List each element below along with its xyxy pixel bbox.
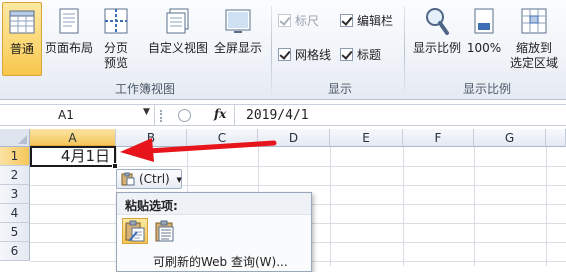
gridlines-checkbox[interactable]: 网格线: [278, 46, 331, 64]
keep-source-format-button[interactable]: [122, 218, 148, 244]
formula-bar: A1 ▼ fx 2019/4/1: [0, 104, 566, 126]
cell-a1[interactable]: 4月1日: [30, 146, 116, 167]
formula-bar-label: 编辑栏: [357, 14, 394, 28]
column-header-f[interactable]: F: [403, 129, 474, 147]
name-box-dropdown-icon[interactable]: ▼: [143, 107, 150, 117]
gridlines-label: 网格线: [295, 48, 332, 62]
zoom-100-icon: [474, 8, 494, 34]
row-header-4[interactable]: 4: [0, 204, 30, 223]
column-header-g[interactable]: G: [474, 129, 546, 147]
insert-function-button[interactable]: fx: [214, 107, 226, 121]
formula-bar-grip[interactable]: [160, 110, 166, 122]
clipboard-icon: [121, 172, 135, 186]
headings-label: 标题: [357, 48, 382, 62]
page-break-label: 分页 预览: [96, 41, 136, 71]
page-layout-label: 页面布局: [44, 41, 93, 55]
chevron-down-icon: ▼: [176, 176, 182, 184]
annotation-arrow-icon: [120, 138, 277, 162]
formula-bar-divider: [234, 105, 235, 126]
paste-options-button[interactable]: (Ctrl) ▼: [116, 169, 182, 189]
page-break-preview-button[interactable]: 分页 预览: [96, 2, 136, 76]
full-screen-button[interactable]: 全屏显示: [210, 2, 266, 62]
ruler-label: 标尺: [295, 14, 320, 28]
paste-menu-title: 粘贴选项:: [125, 199, 178, 213]
zoom-to-selection-label: 缩放到 选定区域: [504, 41, 564, 71]
row-header-1[interactable]: 1: [0, 147, 30, 166]
full-screen-label: 全屏显示: [213, 41, 262, 55]
name-box[interactable]: A1: [0, 105, 155, 126]
grid-line: [474, 147, 475, 266]
headings-checkbox[interactable]: 标题: [340, 46, 381, 64]
ruler-check-box[interactable]: [278, 14, 291, 27]
paste-options-menu: 粘贴选项: 可刷新的Web 查询(W)...: [116, 192, 312, 272]
zoom-100-button[interactable]: 100%: [466, 2, 502, 62]
page-layout-button[interactable]: 页面布局: [44, 2, 94, 62]
row-header-6[interactable]: 6: [0, 242, 30, 261]
refreshable-web-query-item[interactable]: 可刷新的Web 查询(W)...: [153, 253, 288, 270]
zoom-to-selection-icon: [521, 8, 547, 34]
page-break-label-line1: 分页: [103, 41, 128, 55]
row-header-2[interactable]: 2: [0, 166, 30, 185]
column-header-e[interactable]: E: [330, 129, 403, 147]
zoom-100-label: 100%: [466, 41, 502, 55]
headings-check-box[interactable]: [340, 48, 353, 61]
page-break-icon: [104, 8, 128, 34]
normal-view-button[interactable]: 普通: [2, 2, 42, 76]
grid-line: [403, 147, 404, 266]
group-separator: [271, 6, 272, 96]
workbook-views-group-label: 工作簿视图: [114, 82, 175, 96]
show-group-label: 显示: [327, 82, 352, 96]
paste-text-only-icon: [155, 220, 174, 242]
formula-input[interactable]: 2019/4/1: [246, 105, 309, 126]
zoom-to-selection-line2: 选定区域: [509, 56, 558, 70]
row-header-5[interactable]: 5: [0, 223, 30, 242]
zoom-label: 显示比例: [412, 41, 461, 55]
cell-a1-value: 4月1日: [60, 147, 110, 165]
formula-bar-check-box[interactable]: [340, 14, 353, 27]
normal-view-icon: [9, 10, 35, 34]
custom-views-button[interactable]: 自定义视图: [146, 2, 210, 62]
page-break-label-line2: 预览: [103, 56, 128, 70]
gridlines-check-box[interactable]: [278, 48, 291, 61]
paste-text-only-button[interactable]: [152, 218, 178, 244]
grid-line: [30, 185, 566, 186]
normal-view-label: 普通: [9, 42, 34, 56]
paste-keep-format-icon: [125, 220, 145, 242]
magnifier-icon: [426, 8, 449, 35]
select-all-corner[interactable]: [0, 129, 30, 147]
row-header-3[interactable]: 3: [0, 185, 30, 204]
ribbon: 普通 页面布局 分页 预览 自定义视图 全屏显示 工作簿视图 标尺 编辑栏 网格…: [0, 0, 566, 100]
grid-line: [546, 147, 547, 266]
zoom-button[interactable]: 显示比例: [410, 2, 464, 62]
name-box-value: A1: [58, 108, 74, 122]
column-header-h[interactable]: [546, 129, 566, 147]
page-layout-icon: [59, 8, 79, 34]
formula-bar-checkbox[interactable]: 编辑栏: [340, 12, 393, 30]
paste-options-label: (Ctrl): [139, 172, 170, 186]
zoom-group-label: 显示比例: [462, 82, 511, 96]
zoom-to-selection-button[interactable]: 缩放到 选定区域: [504, 2, 564, 76]
custom-views-icon: [166, 8, 189, 34]
custom-views-label: 自定义视图: [147, 41, 208, 55]
grid-line: [330, 147, 331, 266]
zoom-to-selection-line1: 缩放到: [515, 41, 552, 55]
column-header-a[interactable]: A: [30, 129, 116, 147]
group-separator: [404, 6, 405, 96]
full-screen-icon: [225, 9, 251, 33]
ruler-checkbox[interactable]: 标尺: [278, 12, 319, 30]
formula-bar-circle-icon: [178, 109, 191, 122]
